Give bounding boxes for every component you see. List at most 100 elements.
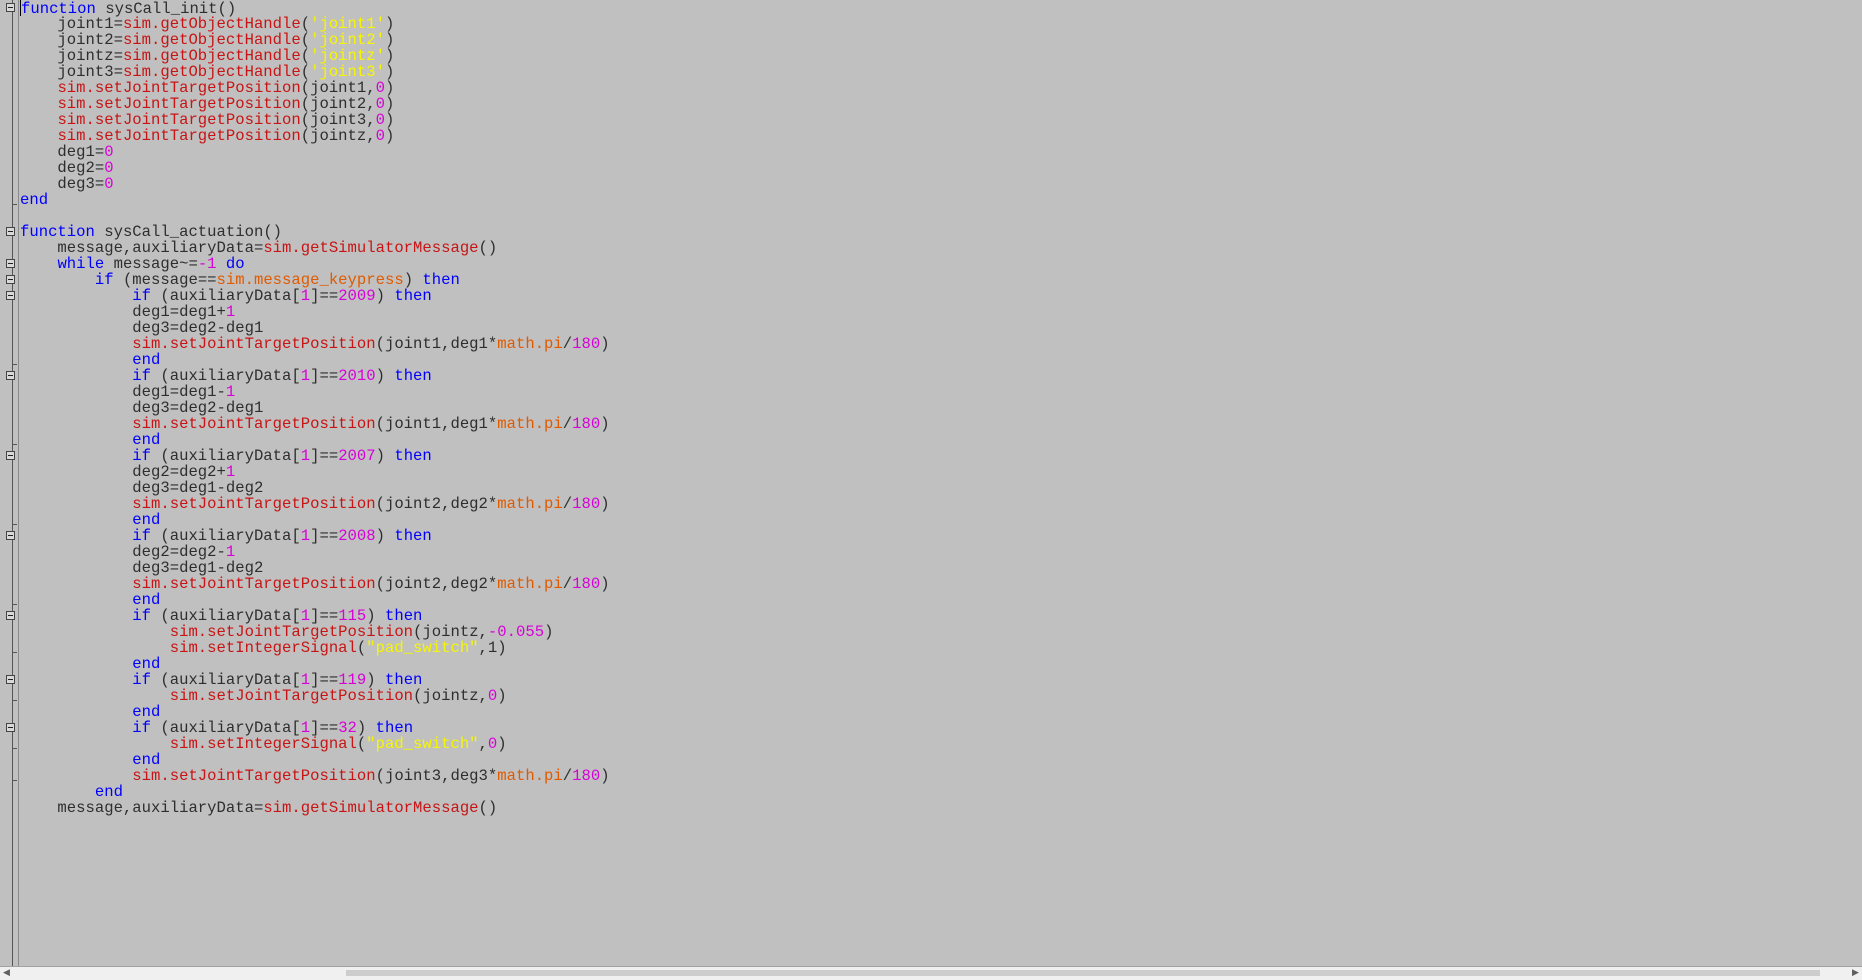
fold-collapse-icon[interactable] xyxy=(6,723,15,732)
code-token: ) xyxy=(600,767,610,785)
code-line[interactable] xyxy=(20,208,610,224)
code-line[interactable]: sim.setJointTargetPosition(joint2,deg2*m… xyxy=(20,495,610,513)
horizontal-scrollbar[interactable]: ◀ ▶ xyxy=(0,966,1862,980)
code-line[interactable]: jointz=sim.getObjectHandle('jointz') xyxy=(20,48,610,64)
fold-collapse-icon[interactable] xyxy=(6,275,15,284)
code-token: sim.setJointTargetPosition xyxy=(132,415,376,433)
code-line[interactable]: if (auxiliaryData[1]==119) then xyxy=(20,672,610,688)
code-line[interactable]: sim.setJointTargetPosition(joint3,deg3*m… xyxy=(20,767,610,785)
code-line[interactable]: if (auxiliaryData[1]==2007) then xyxy=(20,448,610,464)
code-token: ]== xyxy=(310,287,339,305)
code-token: 0 xyxy=(375,127,385,145)
code-line[interactable]: sim.setJointTargetPosition(joint1,deg1*m… xyxy=(20,415,609,433)
code-line[interactable]: sim.setJointTargetPosition(joint3,0) xyxy=(20,112,610,128)
code-line[interactable]: sim.setJointTargetPosition(joint2,deg2*m… xyxy=(20,575,609,593)
code-line[interactable]: sim.setJointTargetPosition(joint2,0) xyxy=(20,96,610,112)
code-token: 1 xyxy=(300,447,311,465)
code-line[interactable]: sim.setJointTargetPosition(jointz,0) xyxy=(20,688,610,704)
code-line[interactable]: joint2=sim.getObjectHandle('joint2') xyxy=(20,32,610,48)
code-line[interactable]: sim.setIntegerSignal("pad_switch",0) xyxy=(20,736,610,752)
code-line[interactable]: deg2=deg2-1 xyxy=(20,544,610,560)
code-line[interactable]: joint1=sim.getObjectHandle('joint1') xyxy=(20,16,610,32)
code-line[interactable]: end xyxy=(20,352,610,368)
code-token: ) xyxy=(600,335,610,353)
code-token: 0 xyxy=(487,735,498,753)
code-line[interactable]: deg2=0 xyxy=(20,160,610,176)
code-line[interactable]: deg2=deg2+1 xyxy=(20,464,610,480)
fold-collapse-icon[interactable] xyxy=(6,291,15,300)
code-token: (joint2,deg2* xyxy=(375,575,498,593)
code-token: 1 xyxy=(300,367,311,385)
fold-collapse-icon[interactable] xyxy=(6,531,15,540)
code-line[interactable]: deg1=deg1-1 xyxy=(20,384,610,400)
code-line[interactable]: deg3=0 xyxy=(20,176,610,192)
scroll-left-arrow-icon[interactable]: ◀ xyxy=(0,967,13,980)
code-token: (jointz, xyxy=(300,127,376,145)
code-line[interactable]: deg3=deg1-deg2 xyxy=(20,480,610,496)
code-line[interactable]: deg1=deg1+1 xyxy=(20,304,610,320)
code-line[interactable]: sim.setJointTargetPosition(jointz,-0.055… xyxy=(20,624,610,640)
code-line[interactable]: end xyxy=(20,192,610,208)
fold-collapse-icon[interactable] xyxy=(6,3,15,12)
code-text-area[interactable]: function sysCall_init() joint1=sim.getOb… xyxy=(20,0,610,816)
gutter-divider xyxy=(18,0,19,966)
code-line[interactable]: message,auxiliaryData=sim.getSimulatorMe… xyxy=(20,800,610,816)
code-line[interactable]: while message~=-1 do xyxy=(20,256,610,272)
code-line[interactable]: end xyxy=(20,704,610,720)
code-token: 2007 xyxy=(338,447,376,465)
code-token: / xyxy=(562,415,573,433)
code-line[interactable]: if (auxiliaryData[1]==32) then xyxy=(20,720,610,736)
code-token: ) xyxy=(497,687,507,705)
horizontal-scrollbar-thumb[interactable] xyxy=(346,970,1820,976)
fold-collapse-icon[interactable] xyxy=(6,259,15,268)
code-line[interactable]: sim.setJointTargetPosition(joint1,0) xyxy=(20,80,610,96)
code-line[interactable]: sim.setIntegerSignal("pad_switch",1) xyxy=(20,640,610,656)
code-line[interactable]: function sysCall_actuation() xyxy=(20,224,610,240)
code-token: (joint3,deg3* xyxy=(375,767,498,785)
code-line[interactable]: if (auxiliaryData[1]==115) then xyxy=(20,608,610,624)
fold-collapse-icon[interactable] xyxy=(6,227,15,236)
code-token: ) xyxy=(384,127,395,145)
code-line[interactable]: sim.setJointTargetPosition(joint1,deg1*m… xyxy=(20,335,610,353)
code-token: end xyxy=(20,191,49,209)
code-token: sim.getSimulatorMessage xyxy=(263,799,479,817)
code-token: 180 xyxy=(572,415,601,433)
scroll-right-arrow-icon[interactable]: ▶ xyxy=(1849,967,1862,980)
code-line[interactable]: sim.setJointTargetPosition(jointz,0) xyxy=(20,128,610,144)
code-line[interactable]: if (auxiliaryData[1]==2008) then xyxy=(20,528,610,544)
code-token: (joint1,deg1* xyxy=(375,335,498,353)
code-token: math.pi xyxy=(497,767,563,785)
code-line[interactable]: end xyxy=(20,592,610,608)
code-editor[interactable]: function sysCall_init() joint1=sim.getOb… xyxy=(0,0,1862,966)
code-token: then xyxy=(394,527,432,545)
code-token: message,auxiliaryData= xyxy=(20,799,264,817)
code-line[interactable]: if (message==sim.message_keypress) then xyxy=(20,272,610,288)
code-line[interactable]: end xyxy=(20,752,610,768)
fold-collapse-icon[interactable] xyxy=(6,371,15,380)
code-token: math.pi xyxy=(497,495,563,513)
fold-collapse-icon[interactable] xyxy=(6,611,15,620)
fold-collapse-icon[interactable] xyxy=(6,451,15,460)
code-token: ( xyxy=(356,735,367,753)
code-line[interactable]: end xyxy=(20,656,610,672)
code-line[interactable]: end xyxy=(20,432,610,448)
code-line[interactable]: joint3=sim.getObjectHandle('joint3') xyxy=(20,64,610,80)
code-line[interactable]: deg3=deg2-deg1 xyxy=(20,400,610,416)
code-line[interactable]: deg1=0 xyxy=(20,144,610,160)
code-token: sim.setJointTargetPosition xyxy=(132,335,376,353)
code-line[interactable]: end xyxy=(20,512,610,528)
code-token: () xyxy=(478,799,498,817)
code-line[interactable]: deg3=deg2-deg1 xyxy=(20,320,610,336)
code-token: 180 xyxy=(572,575,601,593)
code-token: ) xyxy=(600,495,610,513)
fold-collapse-icon[interactable] xyxy=(6,675,15,684)
code-line[interactable]: if (auxiliaryData[1]==2009) then xyxy=(20,288,610,304)
code-line[interactable]: function sysCall_init() xyxy=(20,0,610,17)
code-token: 0 xyxy=(104,175,114,193)
code-line[interactable]: message,auxiliaryData=sim.getSimulatorMe… xyxy=(20,240,610,256)
code-token: sim.getSimulatorMessage xyxy=(263,239,479,257)
code-token: ) xyxy=(375,287,395,305)
code-line[interactable]: if (auxiliaryData[1]==2010) then xyxy=(20,368,610,384)
code-line[interactable]: deg3=deg1-deg2 xyxy=(20,560,610,576)
code-line[interactable]: end xyxy=(20,784,610,800)
